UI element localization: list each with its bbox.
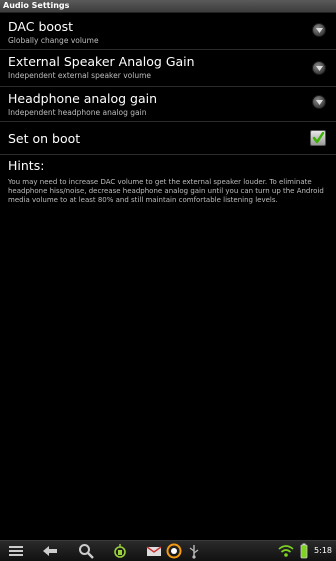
battery-icon [300, 543, 308, 559]
clock: 5:18 [314, 546, 332, 555]
search-icon[interactable] [78, 543, 94, 559]
window-title: Audio Settings [3, 1, 70, 10]
pref-headphone-gain[interactable]: Headphone analog gain Independent headph… [0, 87, 336, 122]
back-icon[interactable] [42, 543, 58, 559]
android-icon[interactable] [112, 543, 128, 559]
dropdown-icon[interactable] [312, 61, 326, 75]
pref-external-speaker-gain[interactable]: External Speaker Analog Gain Independent… [0, 50, 336, 87]
pref-title: External Speaker Analog Gain [8, 54, 195, 69]
set-on-boot-checkbox[interactable] [310, 130, 326, 146]
hints-text: You may need to increase DAC volume to g… [8, 178, 324, 204]
hints-title: Hints: [8, 158, 45, 173]
title-bar: Audio Settings [0, 0, 336, 13]
system-bar: 5:18 [0, 540, 336, 561]
pref-title: DAC boost [8, 19, 74, 34]
checkmark-icon [312, 132, 325, 144]
pref-dac-boost[interactable]: DAC boost Globally change volume [0, 13, 336, 50]
dropdown-icon[interactable] [312, 23, 326, 37]
wifi-icon [278, 545, 294, 557]
pref-summary: Independent external speaker volume [8, 71, 151, 80]
pref-title: Headphone analog gain [8, 91, 158, 106]
menu-icon[interactable] [8, 543, 24, 559]
pref-summary: Independent headphone analog gain [8, 108, 147, 117]
usb-icon [189, 545, 199, 559]
pref-set-on-boot[interactable]: Set on boot [0, 122, 336, 155]
music-icon [166, 543, 182, 559]
pref-summary: Globally change volume [8, 36, 99, 45]
pref-title: Set on boot [8, 131, 81, 146]
gmail-icon [146, 546, 162, 556]
dropdown-icon[interactable] [312, 95, 326, 109]
